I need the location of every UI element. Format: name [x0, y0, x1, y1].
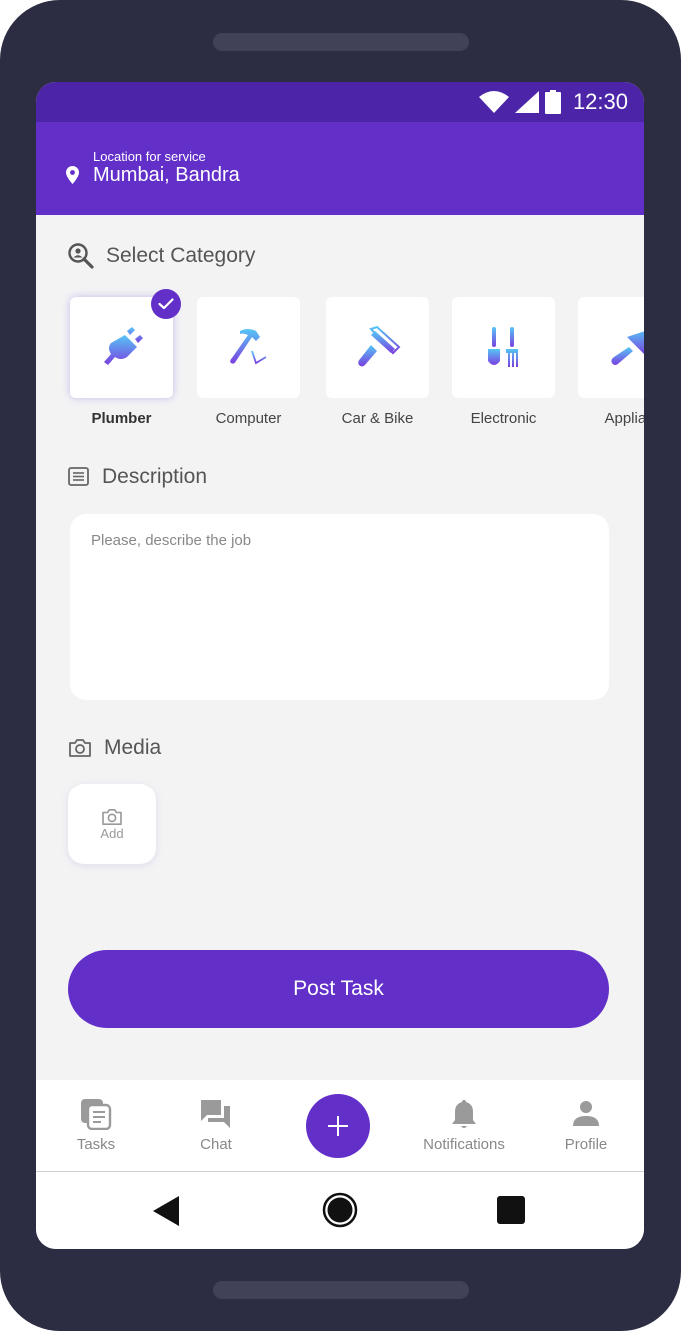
- nav-chat[interactable]: Chat: [156, 1098, 276, 1153]
- plug-icon: [103, 326, 143, 365]
- nav-notifications-label: Notifications: [423, 1136, 505, 1153]
- status-time: 12:30: [572, 89, 628, 114]
- category-section-title: Select Category: [68, 243, 255, 269]
- category-appliance[interactable]: Applian: [578, 297, 644, 427]
- app-screen: 12:30 Location for service Mumbai, Bandr…: [36, 82, 644, 1249]
- description-input[interactable]: [70, 514, 609, 700]
- trowel-icon: [610, 330, 644, 365]
- nav-tasks[interactable]: Tasks: [36, 1098, 156, 1153]
- category-title: Select Category: [106, 244, 256, 267]
- category-list[interactable]: Plumber Computer Car & Bike Electronic A…: [70, 289, 644, 437]
- plus-icon: [328, 1116, 348, 1136]
- description-title: Description: [102, 465, 208, 488]
- bell-icon: [452, 1100, 476, 1128]
- description-section-title: Description: [68, 465, 207, 489]
- nav-profile-label: Profile: [564, 1136, 608, 1153]
- battery-icon: [544, 90, 561, 114]
- location-label: Location for service: [93, 149, 206, 164]
- category-label: Plumber: [91, 410, 152, 427]
- back-icon[interactable]: [153, 1196, 179, 1226]
- post-task-button[interactable]: Post Task: [68, 950, 609, 1028]
- device-speaker-bottom: [213, 1281, 469, 1299]
- category-electronic[interactable]: Electronic: [452, 297, 555, 427]
- recents-icon[interactable]: [497, 1196, 525, 1224]
- device-speaker-top: [213, 33, 469, 51]
- chat-icon: [201, 1100, 230, 1128]
- nav-notifications[interactable]: Notifications: [404, 1098, 524, 1153]
- category-label: Applian: [604, 410, 644, 427]
- media-title: Media: [104, 736, 162, 759]
- bottom-navigation: Tasks Chat Notifications Profile: [36, 1080, 644, 1172]
- search-person-icon: [68, 243, 94, 269]
- paint-roller-icon: [357, 325, 400, 366]
- wifi-icon: [478, 91, 509, 113]
- media-section-title: Media: [68, 736, 161, 760]
- nav-tasks-label: Tasks: [76, 1136, 116, 1153]
- home-icon[interactable]: [322, 1192, 358, 1228]
- category-card[interactable]: [70, 289, 181, 398]
- system-navigation-bar: [36, 1172, 644, 1249]
- device-frame: 12:30 Location for service Mumbai, Bandr…: [0, 0, 681, 1331]
- category-computer[interactable]: Computer: [197, 297, 300, 427]
- location-value[interactable]: Mumbai, Bandra: [93, 164, 240, 187]
- checkmark-icon: [158, 298, 174, 310]
- person-icon: [573, 1101, 599, 1126]
- garden-tools-icon: [487, 326, 518, 367]
- map-pin-icon: [66, 166, 79, 184]
- signal-icon: [514, 91, 539, 113]
- category-label: Car & Bike: [341, 410, 414, 427]
- hammer-icon: [229, 328, 266, 364]
- add-media-button[interactable]: Add: [68, 784, 156, 864]
- add-media-label: Add: [100, 825, 124, 841]
- nav-chat-label: Chat: [200, 1136, 232, 1153]
- category-car-bike[interactable]: Car & Bike: [326, 297, 429, 427]
- location-header[interactable]: Location for service Mumbai, Bandra: [36, 122, 644, 215]
- document-icon: [68, 467, 89, 486]
- category-card[interactable]: [578, 297, 644, 398]
- category-label: Electronic: [470, 410, 537, 427]
- category-card[interactable]: [452, 297, 555, 398]
- status-bar: 12:30: [36, 82, 644, 122]
- add-task-fab[interactable]: [306, 1094, 370, 1158]
- selected-check-badge: [151, 289, 181, 319]
- category-card[interactable]: [197, 297, 300, 398]
- nav-profile[interactable]: Profile: [526, 1098, 644, 1153]
- tasks-icon: [81, 1099, 112, 1130]
- category-label: Computer: [215, 410, 282, 427]
- category-card[interactable]: [326, 297, 429, 398]
- camera-icon: [102, 808, 122, 825]
- category-plumber[interactable]: Plumber: [70, 289, 181, 427]
- camera-icon: [69, 739, 91, 757]
